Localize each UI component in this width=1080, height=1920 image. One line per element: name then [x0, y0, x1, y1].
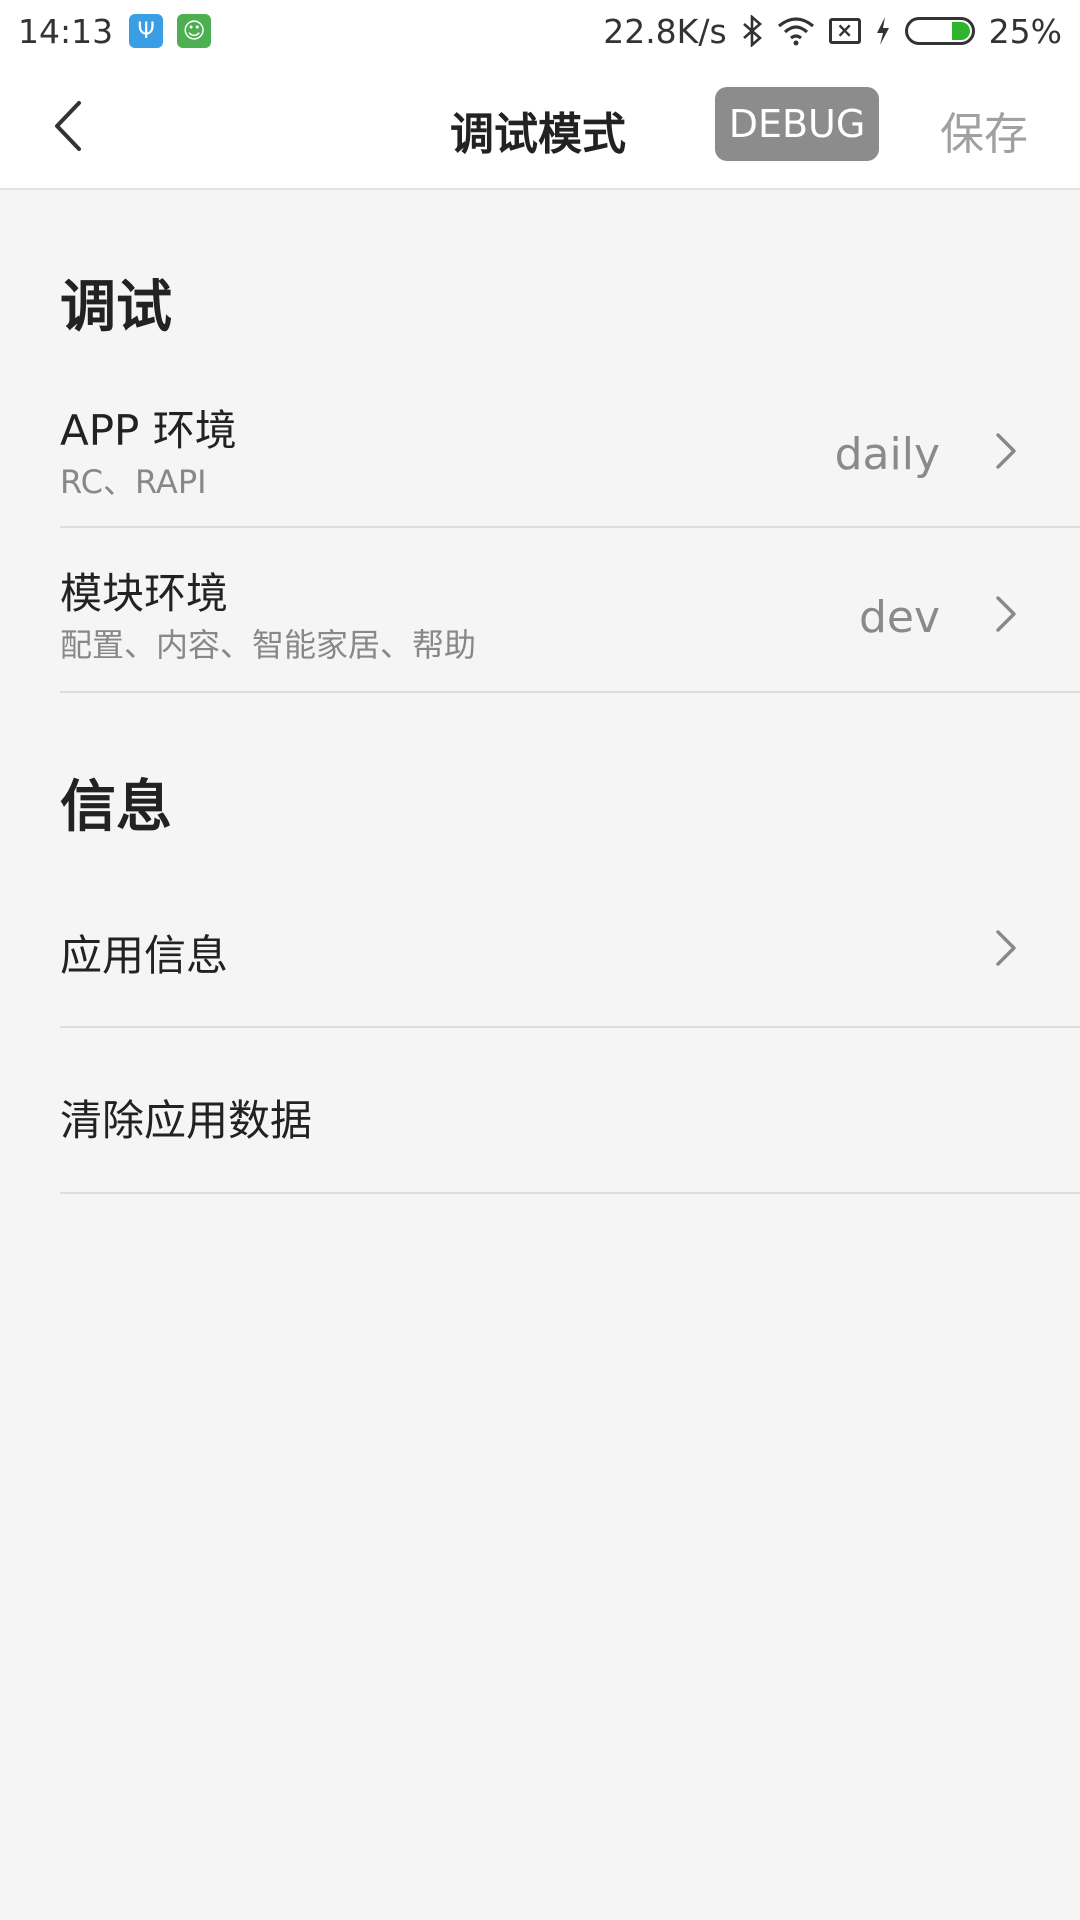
no-sim-icon: × [828, 18, 861, 44]
list-item-label: APP 环境 [60, 406, 237, 455]
android-notification-icon: ☺ [177, 14, 212, 48]
save-button[interactable]: 保存 [940, 98, 1028, 162]
usb-icon: Ψ [129, 14, 164, 48]
list-item-label: 应用信息 [60, 931, 229, 980]
chevron-right-icon [996, 596, 1016, 632]
list-item-subtitle: RC、RAPI [60, 463, 207, 501]
list-item-app-info[interactable]: 应用信息 [60, 862, 1080, 1028]
section-title-debug: 调试 [60, 275, 172, 340]
battery-percent: 25% [988, 11, 1062, 51]
charging-icon [875, 16, 891, 46]
list-item-app-environment[interactable]: APP 环境 RC、RAPI daily [60, 385, 1080, 528]
list-item-label: 模块环境 [60, 569, 229, 618]
list-item-value: daily [834, 429, 940, 480]
list-item-subtitle: 配置、内容、智能家居、帮助 [60, 626, 477, 664]
battery-icon [904, 17, 975, 45]
list-item-module-environment[interactable]: 模块环境 配置、内容、智能家居、帮助 dev [60, 528, 1080, 693]
battery-fill [951, 22, 970, 40]
chevron-right-icon [996, 930, 1016, 966]
chevron-right-icon [996, 433, 1016, 469]
wifi-icon [777, 16, 815, 46]
debug-badge: DEBUG [715, 87, 879, 161]
bluetooth-icon [741, 15, 763, 47]
status-time: 14:13 [18, 11, 114, 51]
status-bar: 14:13 Ψ ☺ 22.8K/s × 25% [0, 0, 1080, 62]
list-item-label: 清除应用数据 [60, 1096, 313, 1145]
network-speed: 22.8K/s [603, 11, 727, 51]
list-item-clear-app-data[interactable]: 清除应用数据 [60, 1028, 1080, 1194]
section-title-info: 信息 [60, 775, 172, 840]
list-item-value: dev [858, 592, 940, 643]
title-bar: 调试模式 DEBUG 保存 [0, 62, 1080, 190]
page-title: 调试模式 [450, 109, 626, 160]
